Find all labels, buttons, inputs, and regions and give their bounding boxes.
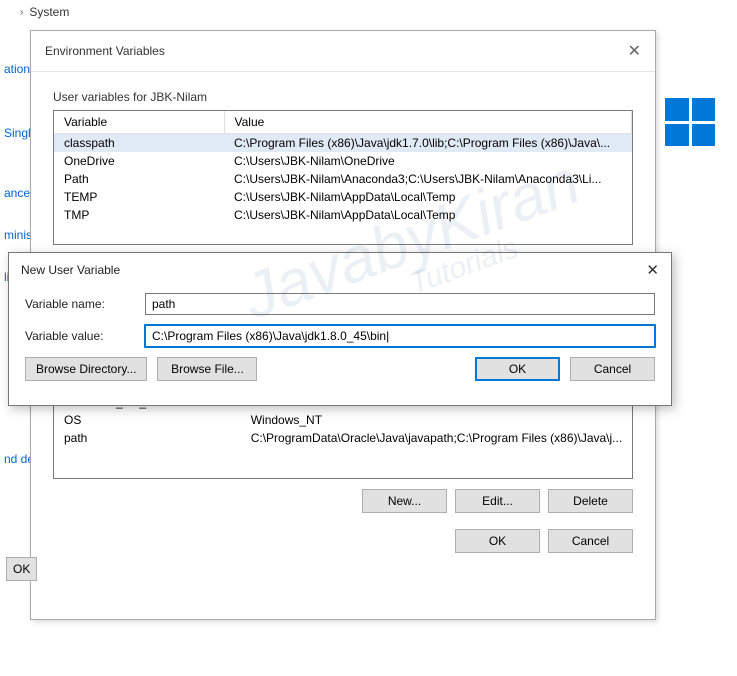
dialog-title: Environment Variables (45, 44, 165, 58)
dialog-titlebar[interactable]: Environment Variables ✕ (31, 31, 655, 72)
new-user-variable-dialog: New User Variable ✕ Variable name: Varia… (8, 252, 672, 406)
breadcrumb-sep: › (20, 7, 23, 18)
table-row[interactable]: pathC:\ProgramData\Oracle\Java\javapath;… (54, 429, 632, 447)
variable-name-label: Variable name: (25, 297, 145, 311)
table-row[interactable]: TEMPC:\Users\JBK-Nilam\AppData\Local\Tem… (54, 188, 632, 206)
close-icon[interactable]: ✕ (628, 41, 641, 61)
dialog-titlebar[interactable]: New User Variable ✕ (9, 253, 671, 287)
table-row[interactable]: PathC:\Users\JBK-Nilam\Anaconda3;C:\User… (54, 170, 632, 188)
table-row[interactable]: OSWindows_NT (54, 411, 632, 429)
user-variables-label: User variables for JBK-Nilam (53, 90, 633, 104)
browse-file-button[interactable]: Browse File... (157, 357, 257, 381)
breadcrumb[interactable]: › System (20, 5, 69, 19)
variable-value-input[interactable] (145, 325, 655, 347)
delete-button[interactable]: Delete (548, 489, 633, 513)
column-header-variable[interactable]: Variable (54, 111, 224, 134)
edit-button[interactable]: Edit... (455, 489, 540, 513)
table-row[interactable]: classpathC:\Program Files (x86)\Java\jdk… (54, 134, 632, 153)
ok-button[interactable]: OK (475, 357, 560, 381)
new-button[interactable]: New... (362, 489, 447, 513)
ok-button[interactable]: OK (455, 529, 540, 553)
ok-button-background[interactable]: OK (6, 557, 37, 581)
cancel-button[interactable]: Cancel (548, 529, 633, 553)
breadcrumb-item: System (29, 5, 69, 19)
dialog-title: New User Variable (21, 263, 120, 277)
browse-directory-button[interactable]: Browse Directory... (25, 357, 147, 381)
table-row[interactable]: TMPC:\Users\JBK-Nilam\AppData\Local\Temp (54, 206, 632, 224)
windows-logo-icon (665, 98, 715, 146)
table-row[interactable]: OneDriveC:\Users\JBK-Nilam\OneDrive (54, 152, 632, 170)
variable-value-label: Variable value: (25, 329, 145, 343)
column-header-value[interactable]: Value (224, 111, 632, 134)
bottom-fade (0, 626, 737, 676)
variable-name-input[interactable] (145, 293, 655, 315)
close-icon[interactable]: ✕ (646, 261, 659, 279)
cancel-button[interactable]: Cancel (570, 357, 655, 381)
user-variables-table[interactable]: Variable Value classpathC:\Program Files… (53, 110, 633, 245)
